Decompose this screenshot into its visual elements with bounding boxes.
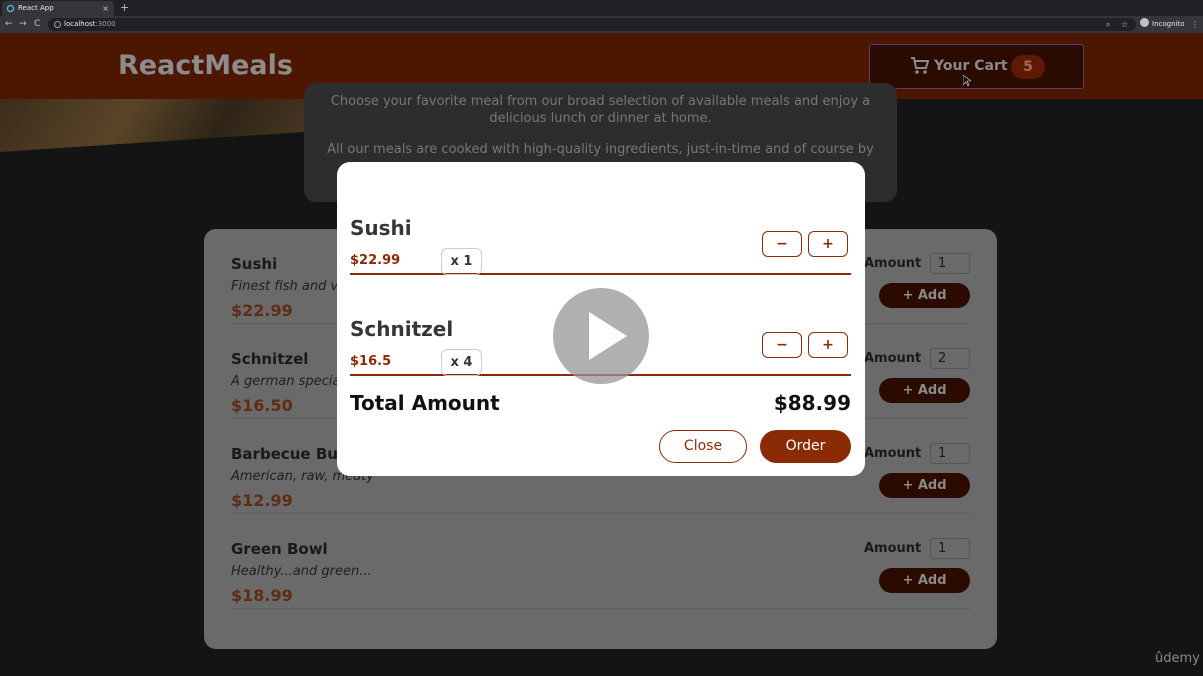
meal-price: $12.99 [231, 491, 293, 510]
browser-menu-icon[interactable]: ⋮ [1191, 17, 1199, 32]
cart-item-price: $16.5 [350, 354, 392, 369]
cart-item-quantity: x 4 [441, 349, 482, 376]
meal-name: Green Bowl [231, 540, 328, 558]
address-bar[interactable]: localhost:3000 [48, 18, 1136, 31]
incognito-icon [1140, 18, 1149, 27]
amount-input[interactable]: 1 [930, 253, 970, 274]
amount-label: Amount [864, 446, 922, 461]
total-amount-label: Total Amount [350, 391, 500, 415]
decrease-button[interactable]: − [762, 231, 802, 257]
cart-count-badge: 5 [1011, 55, 1045, 79]
tab-title: React App [18, 4, 54, 12]
add-meal-button[interactable]: + Add [879, 283, 970, 308]
amount-label: Amount [864, 256, 922, 271]
reload-icon[interactable]: C [34, 18, 40, 31]
meal-price: $16.50 [231, 396, 293, 415]
amount-label: Amount [864, 541, 922, 556]
order-button[interactable]: Order [760, 430, 851, 463]
site-info-icon[interactable] [54, 21, 61, 28]
forward-icon[interactable]: → [19, 18, 27, 31]
bookmark-star-icon[interactable]: ☆ [1121, 17, 1128, 32]
video-play-button[interactable] [553, 288, 649, 384]
increase-button[interactable]: + [808, 332, 848, 358]
meal-price: $22.99 [231, 301, 293, 320]
summary-text-2: All our meals are cooked with high-quali… [327, 142, 874, 157]
cart-item-name: Schnitzel [350, 317, 454, 341]
meal-name: Schnitzel [231, 350, 309, 368]
cart-item: Sushi $22.99 x 1 − + [350, 175, 851, 275]
add-meal-button[interactable]: + Add [879, 473, 970, 498]
browser-toolbar: ← → C localhost:3000 ⌕ ☆ Incognito ⋮ [0, 16, 1203, 33]
cart-item-quantity: x 1 [441, 248, 482, 275]
mouse-cursor-icon [963, 75, 971, 87]
meal-item: Green Bowl Healthy...and green... $18.99… [231, 514, 970, 609]
browser-tab[interactable]: React App × [2, 1, 114, 16]
tab-close-icon[interactable]: × [102, 1, 109, 16]
decrease-button[interactable]: − [762, 332, 802, 358]
url-text: localhost:3000 [64, 20, 116, 28]
total-amount-value: $88.99 [773, 391, 851, 415]
cart-label: Your Cart [934, 58, 1008, 74]
meal-name: Barbecue Bur [231, 445, 346, 463]
hero-image [0, 99, 305, 152]
cart-item-name: Sushi [350, 216, 412, 240]
amount-input[interactable]: 2 [930, 348, 970, 369]
cart-icon [911, 57, 930, 74]
meal-price: $18.99 [231, 586, 293, 605]
meal-description: Healthy...and green... [231, 564, 372, 579]
react-favicon-icon [7, 5, 14, 12]
add-meal-button[interactable]: + Add [879, 568, 970, 593]
app-logo: ReactMeals [118, 50, 293, 81]
increase-button[interactable]: + [808, 231, 848, 257]
browser-tab-bar: React App × + [0, 0, 1203, 16]
zoom-icon[interactable]: ⌕ [1106, 17, 1110, 32]
summary-text-1: Choose your favorite meal from our broad… [330, 94, 871, 126]
play-icon [589, 312, 627, 360]
add-meal-button[interactable]: + Add [879, 378, 970, 403]
amount-input[interactable]: 1 [930, 443, 970, 464]
cart-item-price: $22.99 [350, 253, 401, 268]
udemy-watermark: ûdemy [1155, 651, 1200, 666]
new-tab-icon[interactable]: + [120, 0, 129, 15]
meal-name: Sushi [231, 255, 278, 273]
close-button[interactable]: Close [659, 430, 747, 463]
amount-input[interactable]: 1 [930, 538, 970, 559]
meal-description: Finest fish and ve [231, 279, 347, 294]
back-icon[interactable]: ← [5, 18, 13, 31]
profile-indicator[interactable]: Incognito [1140, 17, 1184, 32]
your-cart-button[interactable]: Your Cart 5 [869, 44, 1084, 89]
meal-description: A german special [231, 374, 344, 389]
amount-label: Amount [864, 351, 922, 366]
